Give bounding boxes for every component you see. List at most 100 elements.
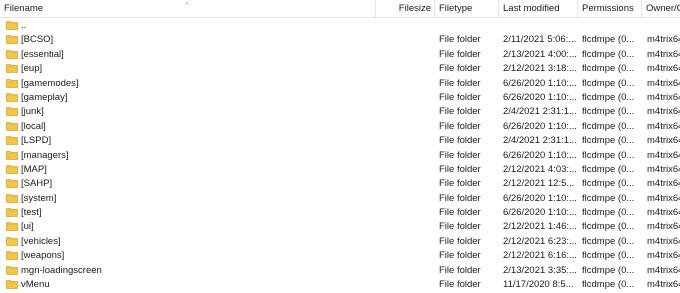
last-modified-cell: 6/26/2020 1:10:... — [503, 149, 577, 161]
column-header-permissions[interactable]: Permissions — [578, 0, 642, 17]
folder-icon — [6, 165, 18, 174]
folder-icon — [6, 222, 18, 232]
file-row[interactable]: [BCSO] File folder 2/11/2021 5:06:... fl… — [0, 33, 680, 47]
folder-icon — [6, 280, 18, 289]
last-modified-cell: 2/13/2021 4:00:... — [503, 48, 577, 60]
column-header-permissions-label: Permissions — [582, 3, 634, 14]
permissions-cell: flcdmpe (0... — [582, 279, 635, 291]
permissions-cell: flcdmpe (0... — [582, 91, 635, 103]
last-modified-cell: 2/12/2021 1:46:... — [503, 221, 577, 233]
owner-cell: m4trix64 — [647, 207, 680, 219]
folder-icon — [6, 107, 18, 117]
last-modified-cell: 2/4/2021 2:31:1... — [503, 135, 577, 147]
owner-cell: m4trix64 — [647, 178, 680, 190]
filename-text: [gamemodes] — [21, 77, 79, 89]
file-row[interactable]: [eup] File folder 2/12/2021 3:18:... flc… — [0, 62, 680, 76]
filetype-cell: File folder — [439, 135, 481, 147]
file-row[interactable]: vMenu File folder 11/17/2020 8:5... flcd… — [0, 278, 680, 292]
sort-ascending-icon: ^ — [185, 1, 189, 10]
column-header-last-modified[interactable]: Last modified — [499, 0, 578, 17]
filename-cell: mgn-loadingscreen — [3, 264, 373, 278]
permissions-cell — [582, 19, 642, 33]
file-row[interactable]: [managers] File folder 6/26/2020 1:10:..… — [0, 149, 680, 163]
folder-icon — [6, 136, 18, 146]
last-modified-cell: 2/12/2021 6:23:... — [503, 235, 577, 247]
permissions-cell: flcdmpe (0... — [582, 106, 635, 118]
filetype-cell: File folder — [439, 149, 481, 161]
filename-text: [SAHP] — [21, 178, 53, 190]
folder-icon — [6, 193, 18, 203]
last-modified-cell: 2/12/2021 6:16:... — [503, 250, 577, 262]
permissions-cell: flcdmpe (0... — [582, 264, 635, 276]
file-row[interactable]: [MAP] File folder 2/12/2021 4:03:... flc… — [0, 163, 680, 177]
filename-text: [essential] — [21, 48, 64, 60]
filetype-cell — [439, 19, 499, 33]
permissions-cell: flcdmpe (0... — [582, 120, 635, 132]
owner-cell: m4trix64 — [647, 120, 680, 132]
filename-text: [vehicles] — [21, 235, 61, 247]
filename-text: [MAP] — [21, 163, 47, 175]
filename-cell: [gamemodes] — [3, 77, 373, 91]
file-row[interactable]: mgn-loadingscreen File folder 2/13/2021 … — [0, 264, 680, 278]
last-modified-cell: 2/11/2021 5:06:... — [503, 34, 577, 46]
column-header-filename-label: Filename — [4, 3, 44, 14]
file-row[interactable]: [system] File folder 6/26/2020 1:10:... … — [0, 192, 680, 206]
filename-text: [gameplay] — [21, 91, 68, 103]
filetype-cell: File folder — [439, 178, 481, 190]
filetype-cell: File folder — [439, 120, 481, 132]
filename-cell: [weapons] — [3, 249, 373, 263]
folder-icon — [6, 21, 18, 30]
filename-cell: [BCSO] — [3, 33, 373, 47]
filename-text: [LSPD] — [21, 135, 52, 147]
column-header-owner[interactable]: Owner/G — [642, 0, 680, 17]
folder-icon — [6, 150, 18, 160]
file-row[interactable]: [ui] File folder 2/12/2021 1:46:... flcd… — [0, 220, 680, 234]
file-row[interactable]: [SAHP] File folder 2/12/2021 12:5... flc… — [0, 177, 680, 191]
last-modified-cell: 2/13/2021 3:35:... — [503, 264, 577, 276]
filetype-cell: File folder — [439, 192, 481, 204]
file-row[interactable]: [gamemodes] File folder 6/26/2020 1:10:.… — [0, 77, 680, 91]
file-row[interactable]: [gameplay] File folder 6/26/2020 1:10:..… — [0, 91, 680, 105]
file-row[interactable]: .. — [0, 19, 680, 33]
filetype-cell: File folder — [439, 207, 481, 219]
owner-cell: m4trix64 — [647, 264, 680, 276]
filetype-cell: File folder — [439, 34, 481, 46]
owner-cell: m4trix64 — [647, 163, 680, 175]
owner-cell: m4trix64 — [647, 91, 680, 103]
filetype-cell: File folder — [439, 106, 481, 118]
file-row[interactable]: [test] File folder 6/26/2020 1:10:... fl… — [0, 206, 680, 220]
filetype-cell: File folder — [439, 77, 481, 89]
permissions-cell: flcdmpe (0... — [582, 34, 635, 46]
owner-cell: m4trix64 — [647, 235, 680, 247]
folder-icon — [6, 251, 18, 261]
folder-icon — [6, 236, 18, 246]
file-row[interactable]: [vehicles] File folder 2/12/2021 6:23:..… — [0, 235, 680, 249]
filename-cell: [essential] — [3, 48, 373, 62]
owner-cell: m4trix64 — [647, 48, 680, 60]
column-header-filetype[interactable]: Filetype — [435, 0, 499, 17]
file-row[interactable]: [weapons] File folder 2/12/2021 6:16:...… — [0, 249, 680, 263]
filetype-cell: File folder — [439, 163, 481, 175]
filename-cell: [gameplay] — [3, 91, 373, 105]
column-header-filesize-label: Filesize — [398, 3, 431, 14]
folder-icon — [6, 121, 18, 131]
filetype-cell: File folder — [439, 221, 481, 233]
folder-icon — [6, 78, 18, 88]
owner-cell: m4trix64 — [647, 250, 680, 262]
filetype-cell: File folder — [439, 250, 481, 262]
file-row[interactable]: [local] File folder 6/26/2020 1:10:... f… — [0, 120, 680, 134]
filename-cell: .. — [3, 19, 373, 33]
column-header-filesize[interactable]: Filesize — [376, 0, 435, 17]
filename-cell: [vehicles] — [3, 235, 373, 249]
filetype-cell: File folder — [439, 279, 481, 291]
last-modified-cell: 2/12/2021 4:03:... — [503, 163, 577, 175]
owner-cell: m4trix64 — [647, 149, 680, 161]
filename-cell: [system] — [3, 192, 373, 206]
file-row[interactable]: [LSPD] File folder 2/4/2021 2:31:1... fl… — [0, 134, 680, 148]
owner-cell: m4trix64 — [647, 63, 680, 75]
file-row[interactable]: [essential] File folder 2/13/2021 4:00:.… — [0, 48, 680, 62]
file-row[interactable]: [junk] File folder 2/4/2021 2:31:1... fl… — [0, 105, 680, 119]
filename-cell: [SAHP] — [3, 177, 373, 191]
filename-cell: [eup] — [3, 62, 373, 76]
column-header-filename[interactable]: Filename ^ — [0, 0, 376, 17]
